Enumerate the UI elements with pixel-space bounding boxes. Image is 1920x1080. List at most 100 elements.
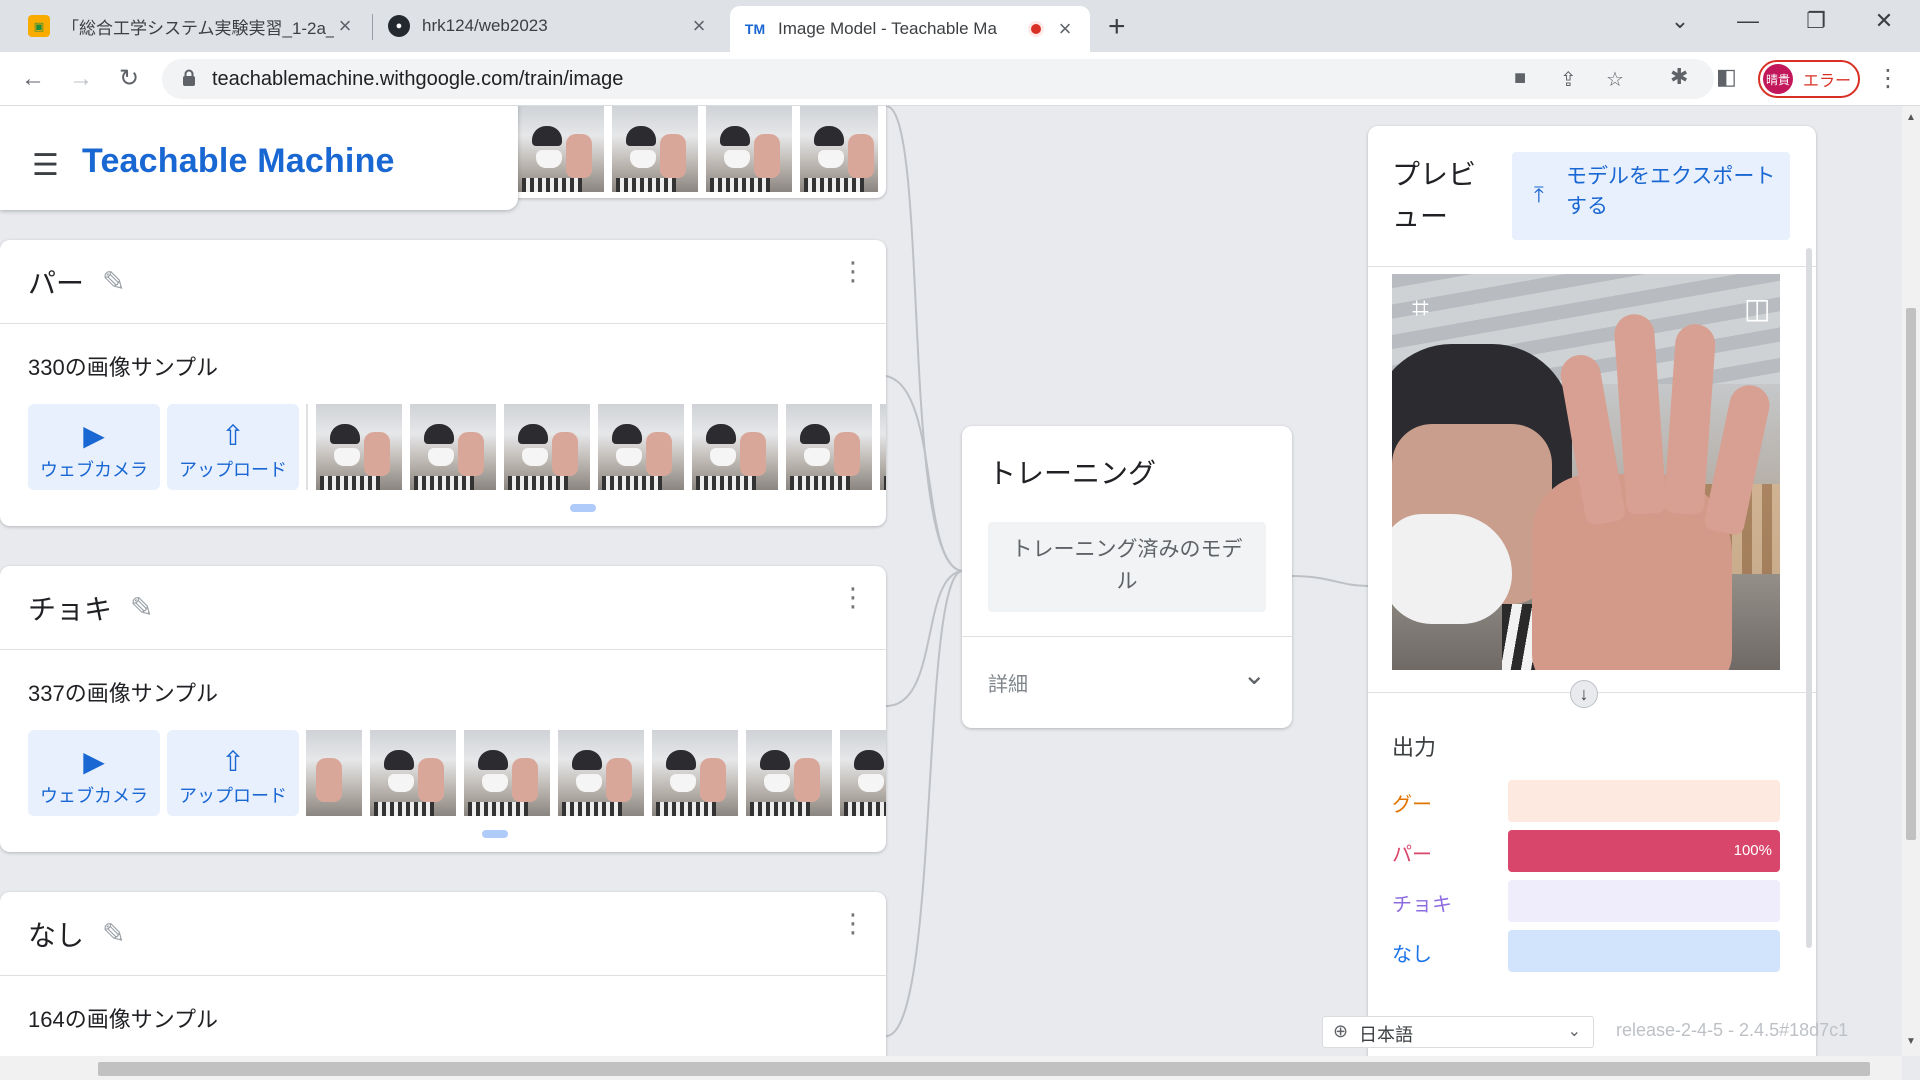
thumbnail-scroll-indicator[interactable] bbox=[482, 830, 508, 838]
camera-icon[interactable]: ■ bbox=[1514, 67, 1526, 90]
sample-thumbnail[interactable] bbox=[370, 730, 456, 816]
page-content: ☰ Teachable Machine パー ✎ ⋮ 330の画像サンプル ▶ … bbox=[0, 106, 1902, 1056]
forward-icon[interactable]: → bbox=[66, 64, 96, 94]
flip-icon[interactable]: ◫ bbox=[1744, 292, 1770, 325]
tab-github[interactable]: ● hrk124/web2023 × bbox=[374, 0, 724, 52]
sample-thumbnail[interactable] bbox=[598, 404, 684, 490]
upload-button[interactable]: ⇧ アップロード bbox=[167, 404, 299, 490]
crop-icon[interactable]: ⌗ bbox=[1412, 292, 1429, 326]
more-vert-icon[interactable]: ⋮ bbox=[840, 584, 866, 610]
sample-thumbnail[interactable] bbox=[652, 730, 738, 816]
output-row: チョキ bbox=[1392, 880, 1792, 922]
output-title: 出力 bbox=[1392, 735, 1437, 760]
close-icon[interactable]: × bbox=[688, 13, 710, 39]
preview-scrollbar[interactable] bbox=[1806, 248, 1812, 948]
version-text: release-2-4-5 - 2.4.5#18d7c1 bbox=[1616, 1020, 1849, 1040]
scroll-up-icon[interactable]: ▲ bbox=[1906, 112, 1916, 123]
upload-button[interactable]: ⇧ アップロード bbox=[167, 730, 299, 816]
edit-pencil-icon[interactable]: ✎ bbox=[130, 591, 153, 624]
tab-title: 「総合工学システム実験実習_1-2a_ bbox=[62, 18, 334, 38]
horizontal-scrollbar[interactable] bbox=[0, 1056, 1902, 1080]
tab-classroom[interactable]: ▣ 「総合工学システム実験実習_1-2a_ × bbox=[14, 0, 370, 52]
edit-pencil-icon[interactable]: ✎ bbox=[102, 917, 125, 950]
browser-toolbar: ← → ↻ teachablemachine.withgoogle.com/tr… bbox=[0, 52, 1920, 106]
sample-thumbnail[interactable] bbox=[706, 106, 792, 192]
sample-thumbnail[interactable] bbox=[786, 404, 872, 490]
chevron-down-icon[interactable]: ⌄ bbox=[1243, 658, 1266, 691]
webcam-button[interactable]: ▶ ウェブカメラ bbox=[28, 730, 160, 816]
share-icon[interactable]: ⇪ bbox=[1560, 67, 1577, 92]
new-tab-button[interactable]: + bbox=[1108, 10, 1126, 44]
close-window-icon[interactable]: ✕ bbox=[1864, 8, 1904, 34]
class-header: パー ✎ ⋮ bbox=[0, 240, 886, 324]
sample-thumbnail[interactable] bbox=[316, 404, 402, 490]
upload-label: アップロード bbox=[179, 460, 287, 480]
globe-icon: ⊕ bbox=[1333, 1021, 1349, 1041]
lock-icon[interactable] bbox=[182, 69, 196, 87]
reload-icon[interactable]: ↻ bbox=[114, 64, 144, 94]
sample-thumbnail[interactable] bbox=[692, 404, 778, 490]
close-icon[interactable]: × bbox=[1054, 16, 1076, 42]
scrollbar-thumb[interactable] bbox=[1906, 308, 1916, 840]
webcam-button[interactable]: ▶ ウェブカメラ bbox=[28, 404, 160, 490]
app-title[interactable]: Teachable Machine bbox=[82, 142, 395, 181]
vertical-scrollbar[interactable]: ▲ ▼ bbox=[1902, 106, 1920, 1056]
divider bbox=[306, 404, 308, 490]
confidence-bar bbox=[1508, 930, 1780, 972]
upload-icon: ⤒ bbox=[1534, 182, 1544, 207]
sample-thumbnail[interactable] bbox=[518, 106, 604, 192]
tab-separator bbox=[372, 14, 373, 40]
class-header: チョキ ✎ ⋮ bbox=[0, 566, 886, 650]
advanced-label[interactable]: 詳細 bbox=[988, 668, 1028, 697]
preview-card: プレビュー ⤒ モデルをエクスポートする ⌗ ◫ ↓ 出力 グー パー 100% チョ… bbox=[1368, 126, 1816, 1056]
class-name[interactable]: パー bbox=[28, 262, 84, 302]
tab-teachable-machine[interactable]: TM Image Model - Teachable Ma × bbox=[730, 6, 1090, 52]
sample-thumbnail[interactable] bbox=[558, 730, 644, 816]
tab-search-icon[interactable]: ⌄ bbox=[1660, 8, 1700, 34]
more-vert-icon[interactable]: ⋮ bbox=[840, 258, 866, 284]
hamburger-menu-icon[interactable]: ☰ bbox=[32, 148, 59, 183]
side-panel-icon[interactable]: ◧ bbox=[1716, 64, 1737, 90]
output-row: グー bbox=[1392, 780, 1792, 822]
sample-thumbnails bbox=[306, 730, 886, 816]
more-vert-icon[interactable]: ⋮ bbox=[840, 910, 866, 936]
sample-thumbnail[interactable] bbox=[880, 404, 886, 490]
url-text[interactable]: teachablemachine.withgoogle.com/train/im… bbox=[212, 68, 623, 91]
github-icon: ● bbox=[388, 15, 410, 37]
classroom-icon: ▣ bbox=[28, 15, 50, 37]
confidence-bar: 100% bbox=[1508, 830, 1780, 872]
close-icon[interactable]: × bbox=[334, 13, 356, 39]
star-icon[interactable]: ☆ bbox=[1606, 67, 1624, 92]
divider bbox=[1368, 266, 1816, 267]
class-card-choki: チョキ ✎ ⋮ 337の画像サンプル ▶ ウェブカメラ ⇧ アップロード bbox=[0, 566, 886, 852]
sample-thumbnail[interactable] bbox=[746, 730, 832, 816]
sample-thumbnail[interactable] bbox=[306, 730, 362, 816]
sample-thumbnail[interactable] bbox=[800, 106, 878, 192]
sample-thumbnail[interactable] bbox=[410, 404, 496, 490]
sample-thumbnail[interactable] bbox=[464, 730, 550, 816]
thumbnail-scroll-indicator[interactable] bbox=[570, 504, 596, 512]
scroll-down-icon[interactable]: ▼ bbox=[1906, 1036, 1916, 1047]
edit-pencil-icon[interactable]: ✎ bbox=[102, 265, 125, 298]
scrollbar-thumb[interactable] bbox=[98, 1062, 1870, 1076]
language-select[interactable]: ⊕ 日本語 ⌄ bbox=[1322, 1016, 1594, 1048]
chrome-menu-icon[interactable]: ⋮ bbox=[1876, 64, 1900, 93]
class-card-paa: パー ✎ ⋮ 330の画像サンプル ▶ ウェブカメラ ⇧ アップロード bbox=[0, 240, 886, 526]
address-bar[interactable]: teachablemachine.withgoogle.com/train/im… bbox=[162, 59, 1714, 99]
class-name[interactable]: チョキ bbox=[28, 588, 112, 628]
export-model-button[interactable]: ⤒ モデルをエクスポートする bbox=[1512, 152, 1790, 240]
sample-thumbnail[interactable] bbox=[840, 730, 886, 816]
recording-icon bbox=[1028, 21, 1044, 37]
minimize-icon[interactable]: — bbox=[1728, 8, 1768, 34]
output-label: チョキ bbox=[1392, 894, 1452, 916]
output-label: グー bbox=[1392, 794, 1432, 816]
restore-icon[interactable]: ❐ bbox=[1796, 8, 1836, 34]
extensions-icon[interactable]: ✱ bbox=[1670, 64, 1688, 90]
sample-thumbnail[interactable] bbox=[612, 106, 698, 192]
train-model-button[interactable]: トレーニング済みのモデル bbox=[988, 522, 1266, 612]
sample-count: 337の画像サンプル bbox=[28, 681, 219, 706]
profile-button[interactable]: 晴貴 エラー bbox=[1758, 60, 1860, 98]
class-name[interactable]: なし bbox=[28, 914, 84, 954]
sample-thumbnail[interactable] bbox=[504, 404, 590, 490]
back-icon[interactable]: ← bbox=[18, 64, 48, 94]
